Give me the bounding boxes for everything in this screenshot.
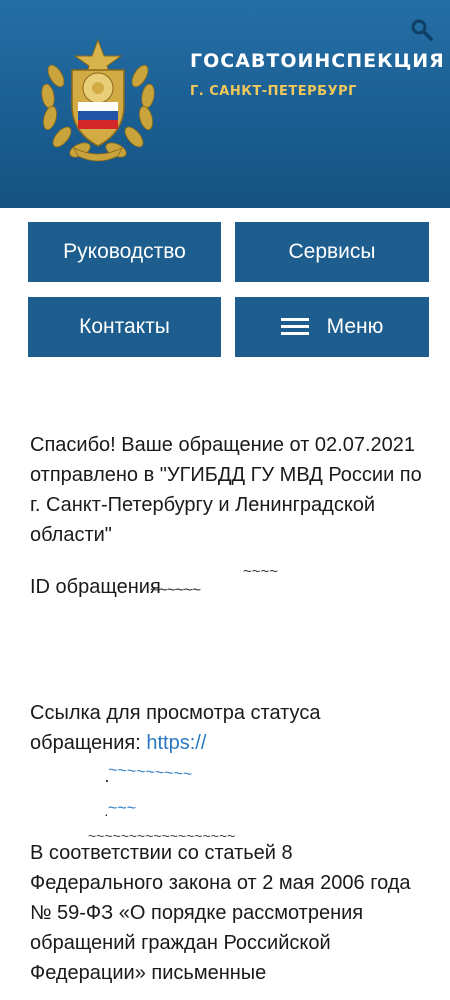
menu-button-label: Меню bbox=[326, 315, 384, 338]
status-link-paragraph: Ссылка для просмотра статуса обращения: … bbox=[30, 698, 430, 758]
site-title: ГОСАВТОИНСПЕКЦИЯ bbox=[190, 50, 445, 72]
services-button-label: Сервисы bbox=[288, 240, 376, 263]
gibdd-emblem-icon bbox=[41, 38, 155, 162]
leadership-button-label: Руководство bbox=[63, 240, 186, 263]
status-link[interactable]: https:// bbox=[146, 732, 206, 754]
render-artifact: ~~~ bbox=[108, 800, 137, 817]
render-artifact: · bbox=[104, 770, 110, 790]
services-button[interactable]: Сервисы bbox=[235, 222, 429, 282]
request-id-label: ID обращения bbox=[30, 576, 161, 598]
hamburger-icon bbox=[280, 318, 309, 336]
contacts-button[interactable]: Контакты bbox=[28, 297, 221, 357]
site-subtitle: Г. САНКТ-ПЕТЕРБУРГ bbox=[190, 84, 357, 99]
leadership-button[interactable]: Руководство bbox=[28, 222, 221, 282]
render-artifact: · bbox=[104, 806, 109, 822]
contacts-button-label: Контакты bbox=[79, 315, 170, 338]
law-paragraph: В соответствии со статьей 8 Федерального… bbox=[30, 842, 411, 984]
confirmation-message: Спасибо! Ваше обращение от 02.07.2021 от… bbox=[30, 434, 422, 546]
menu-button[interactable]: Меню bbox=[235, 297, 429, 357]
render-artifact: ~~~~~~~~~ bbox=[107, 761, 193, 784]
search-icon[interactable] bbox=[410, 18, 434, 42]
site-header: ГОСАВТОИНСПЕКЦИЯ Г. САНКТ-ПЕТЕРБУРГ bbox=[0, 0, 450, 208]
request-id: ID обращения bbox=[30, 572, 430, 602]
